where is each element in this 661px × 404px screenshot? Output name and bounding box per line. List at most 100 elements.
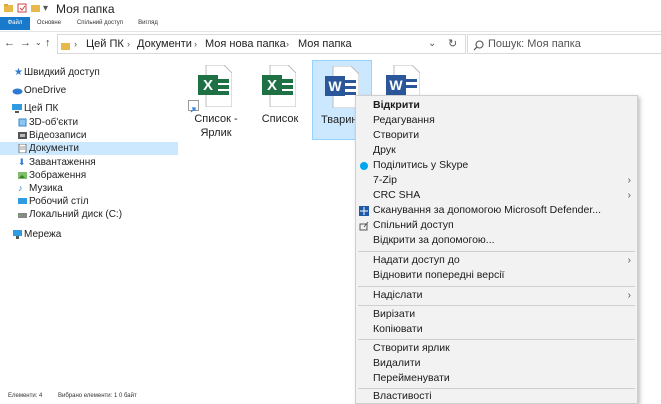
menu-item-print[interactable]: Друк	[356, 143, 637, 158]
menu-separator	[358, 286, 635, 287]
context-menu: Відкрити Редагування Створити Друк Поділ…	[355, 95, 638, 404]
menu-item-send-to[interactable]: Надіслати ›	[356, 288, 637, 303]
sidebar-item-label: OneDrive	[24, 85, 67, 96]
folder-icon	[4, 3, 13, 16]
search-box[interactable]: Пошук: Моя папка	[467, 34, 661, 54]
sidebar-item-pictures[interactable]: Зображення	[0, 169, 178, 182]
menu-item-label: Створити	[373, 129, 420, 141]
menu-item-copy[interactable]: Копіювати	[356, 322, 637, 337]
breadcrumb-this-pc[interactable]: Цей ПК	[86, 37, 124, 51]
menu-item-create-shortcut[interactable]: Створити ярлик	[356, 341, 637, 356]
menu-item-delete[interactable]: Видалити	[356, 356, 637, 371]
address-box[interactable]: › Цей ПК › Документи › Моя нова папка › …	[57, 34, 466, 54]
file-name: Список	[261, 113, 299, 125]
menu-item-restore-versions[interactable]: Відновити попередні версії	[356, 268, 637, 283]
tab-share[interactable]: Спільний доступ	[72, 17, 128, 30]
status-item-count: Елементи: 4	[8, 393, 43, 399]
sidebar-item-desktop[interactable]: Робочий стіл	[0, 195, 178, 208]
sidebar-item-label: Зображення	[29, 170, 87, 181]
chevron-down-icon[interactable]: ⌄	[428, 37, 436, 51]
back-arrow-icon[interactable]: ←	[4, 36, 15, 50]
tab-home[interactable]: Основне	[34, 17, 64, 30]
sidebar-item-quick-access[interactable]: ★ Швидкий доступ	[0, 66, 178, 79]
drive-icon	[18, 210, 27, 219]
menu-item-label: Друк	[373, 144, 396, 156]
documents-icon	[18, 143, 27, 154]
menu-item-label: Відкрити	[373, 99, 420, 111]
file-badge: X	[267, 77, 277, 94]
sidebar-item-3d-objects[interactable]: 3D-об'єкти	[0, 116, 178, 129]
sidebar-item-label: Локальний диск (C:)	[29, 209, 123, 220]
menu-item-edit[interactable]: Редагування	[356, 113, 637, 128]
refresh-icon[interactable]: ↻	[448, 37, 457, 51]
status-selected: Вибрано елементи: 1 0 байт	[58, 393, 137, 399]
menu-item-open-with[interactable]: Відкрити за допомогою...	[356, 233, 637, 248]
file-item[interactable]: X Список - Ярлик	[186, 60, 246, 140]
file-badge: X	[203, 77, 213, 94]
sidebar-item-label: Швидкий доступ	[24, 67, 100, 78]
forward-arrow-icon[interactable]: →	[20, 36, 31, 50]
sidebar-item-label: Музика	[29, 183, 63, 194]
breadcrumb-new-folder[interactable]: Моя нова папка	[205, 37, 286, 51]
tab-view[interactable]: Вигляд	[134, 17, 162, 30]
chevron-right-icon[interactable]: ›	[127, 37, 130, 51]
chevron-right-icon: ›	[627, 175, 631, 186]
menu-item-open[interactable]: Відкрити	[356, 98, 637, 113]
menu-item-rename[interactable]: Перейменувати	[356, 371, 637, 386]
chevron-right-icon: ›	[627, 255, 631, 266]
download-icon: ⬇	[18, 157, 26, 167]
folder-icon	[61, 38, 71, 56]
cube-icon	[18, 118, 27, 127]
excel-file-icon: X	[262, 64, 297, 108]
ribbon-tabs: Файл Основне Спільний доступ Вигляд	[0, 17, 661, 32]
recent-locations-icon[interactable]: ⌄	[35, 36, 42, 50]
sidebar-item-documents[interactable]: Документи	[0, 142, 178, 155]
menu-item-crc-sha[interactable]: CRC SHA ›	[356, 188, 637, 203]
new-folder-quick-icon[interactable]	[31, 3, 40, 16]
menu-item-7zip[interactable]: 7-Zip ›	[356, 173, 637, 188]
menu-item-cut[interactable]: Вирізати	[356, 307, 637, 322]
window-title: Моя папка	[56, 2, 115, 16]
sidebar-item-this-pc[interactable]: Цей ПК	[0, 102, 178, 115]
search-input[interactable]: Пошук: Моя папка	[488, 37, 581, 51]
chevron-right-icon[interactable]: ›	[194, 37, 197, 51]
menu-separator	[358, 251, 635, 252]
menu-item-sharing[interactable]: Спільний доступ	[356, 218, 637, 233]
sidebar-item-network[interactable]: Мережа	[0, 228, 178, 241]
sidebar-item-label: Завантаження	[29, 157, 96, 168]
star-icon: ★	[14, 67, 23, 78]
chevron-right-icon[interactable]: ›	[286, 37, 289, 51]
menu-item-give-access[interactable]: Надати доступ до ›	[356, 253, 637, 268]
navigation-pane: ★ Швидкий доступ OneDrive Цей ПК 3D-об'є…	[0, 60, 178, 380]
properties-quick-icon[interactable]	[17, 3, 27, 16]
menu-item-label: Відновити попередні версії	[373, 269, 505, 281]
menu-item-defender-scan[interactable]: Сканування за допомогою Microsoft Defend…	[356, 203, 637, 218]
sidebar-item-videos[interactable]: Відеозаписи	[0, 129, 178, 142]
menu-item-label: Створити ярлик	[373, 342, 450, 354]
up-arrow-icon[interactable]: ↑	[45, 36, 51, 50]
breadcrumb-my-folder[interactable]: Моя папка	[298, 37, 352, 51]
breadcrumb-documents[interactable]: Документи	[137, 37, 192, 51]
menu-item-label: Копіювати	[373, 323, 423, 335]
cloud-icon	[12, 86, 23, 95]
file-item[interactable]: X Список	[250, 60, 310, 140]
share-icon	[359, 221, 369, 231]
sidebar-item-label: Відеозаписи	[29, 130, 87, 141]
menu-item-share-skype[interactable]: Поділитись у Skype	[356, 158, 637, 173]
shortcut-arrow-icon	[188, 100, 199, 113]
sidebar-item-downloads[interactable]: ⬇ Завантаження	[0, 156, 178, 169]
menu-item-label: Редагування	[373, 114, 435, 126]
sidebar-item-onedrive[interactable]: OneDrive	[0, 84, 178, 97]
chevron-right-icon[interactable]: ›	[74, 37, 77, 51]
quick-access-dropdown-icon[interactable]: ▾	[43, 3, 48, 14]
menu-item-new[interactable]: Створити	[356, 128, 637, 143]
menu-item-label: Надати доступ до	[373, 254, 460, 266]
skype-icon	[359, 161, 369, 171]
menu-item-label: Відкрити за допомогою...	[373, 234, 495, 246]
computer-icon	[12, 104, 22, 113]
menu-item-properties[interactable]: Властивості	[356, 389, 637, 404]
tab-file[interactable]: Файл	[0, 17, 30, 30]
menu-item-label: 7-Zip	[373, 174, 397, 186]
sidebar-item-local-disk[interactable]: Локальний диск (C:)	[0, 208, 178, 221]
sidebar-item-music[interactable]: ♪ Музика	[0, 182, 178, 195]
